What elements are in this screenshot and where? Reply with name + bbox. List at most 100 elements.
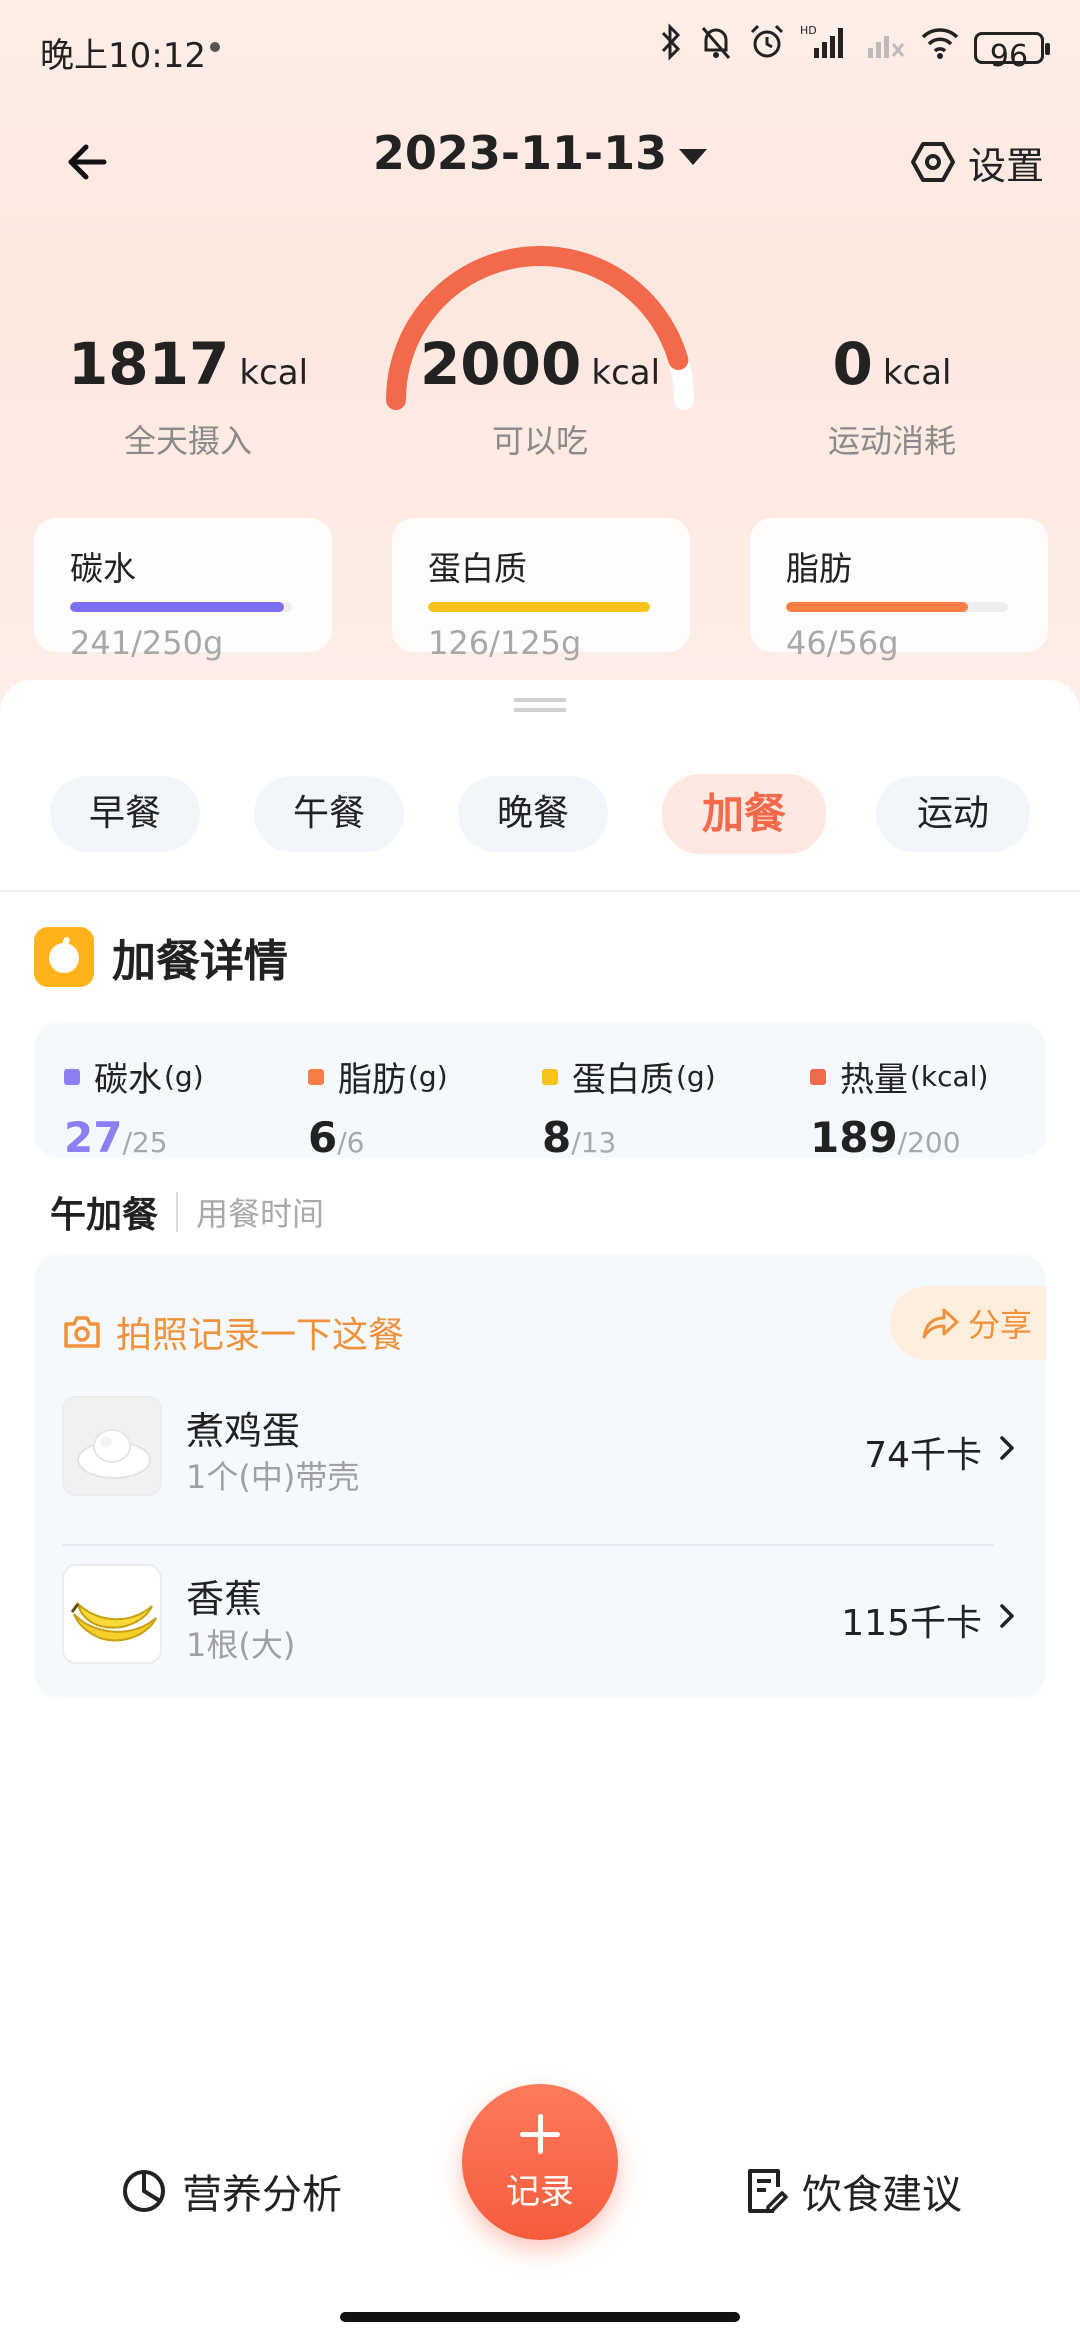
intake-stat: 1817 kcal 全天摄入 <box>38 330 338 462</box>
macro-value: 126/125g <box>428 624 582 662</box>
signal-weak-icon <box>866 22 906 75</box>
macro-progress-fill <box>428 602 650 612</box>
nutrient-value: 6 <box>308 1113 338 1162</box>
macro-name: 脂肪 <box>786 549 852 588</box>
nutrient-label: 蛋白质 <box>572 1060 674 1100</box>
legend-square <box>308 1068 324 1085</box>
tab-breakfast[interactable]: 早餐 <box>50 776 200 852</box>
legend-square <box>64 1068 80 1085</box>
status-bar: 晚上10:12 HD 96 <box>0 0 1080 100</box>
nutrient-label: 脂肪 <box>338 1060 406 1100</box>
wifi-icon <box>920 22 960 75</box>
available-unit: kcal <box>591 353 661 393</box>
nutrient-unit: (g) <box>676 1060 716 1093</box>
nutrient-value: 189 <box>810 1113 898 1162</box>
nutrient-target: /6 <box>337 1126 365 1159</box>
settings-label: 设置 <box>967 143 1044 188</box>
sheet-drag-handle[interactable] <box>514 698 566 712</box>
macro-progress-track <box>786 602 1008 612</box>
boiled-egg-image <box>64 1398 160 1494</box>
detail-title: 加餐详情 <box>112 936 288 987</box>
food-calories: 115千卡 <box>841 1603 982 1644</box>
nutrient-unit: (g) <box>408 1060 448 1093</box>
available-label: 可以吃 <box>491 422 588 460</box>
nutrient-target: /13 <box>571 1126 617 1159</box>
boiled-egg-thumbnail <box>62 1396 162 1496</box>
macro-value: 46/56g <box>786 624 899 662</box>
macro-value: 241/250g <box>70 624 224 662</box>
tab-dinner[interactable]: 晚餐 <box>458 776 608 852</box>
battery-icon: 96 <box>974 32 1050 74</box>
nutrition-analysis-label: 营养分析 <box>182 2172 342 2218</box>
macro-card-fat: 脂肪 46/56g <box>750 518 1048 662</box>
bluetooth-icon <box>658 22 684 75</box>
status-time: 晚上10:12 <box>40 36 206 76</box>
meal-time-input[interactable]: 用餐时间 <box>196 1189 324 1235</box>
nutrient-label: 热量 <box>840 1060 908 1100</box>
diet-advice-button[interactable]: 饮食建议 <box>744 2156 962 2226</box>
share-button[interactable]: 分享 <box>890 1286 1046 1360</box>
signal-hd-icon: HD <box>800 22 852 75</box>
nutrient-carbs: 碳水 (g) 27/25 <box>64 1052 204 1162</box>
status-icons: HD 96 <box>658 22 1050 74</box>
plus-icon <box>520 2114 560 2154</box>
macro-progress-fill <box>70 602 284 612</box>
intake-value: 1817 <box>67 330 230 398</box>
photo-record-label: 拍照记录一下这餐 <box>116 1315 405 1356</box>
nutrient-fat: 脂肪 (g) 6/6 <box>308 1052 448 1162</box>
macro-card-protein: 蛋白质 126/125g <box>392 518 690 662</box>
share-arrow-icon <box>922 1308 959 1339</box>
mute-bell-icon <box>698 22 734 75</box>
chevron-right-icon <box>1000 1436 1014 1460</box>
caret-down-icon <box>679 148 708 165</box>
food-item[interactable]: 煮鸡蛋 1个(中)带壳 74千卡 <box>62 1396 1022 1506</box>
divider <box>0 890 1080 892</box>
nutrient-target: /25 <box>122 1126 168 1159</box>
tab-snack[interactable]: 加餐 <box>662 774 826 854</box>
share-label: 分享 <box>968 1306 1033 1344</box>
pie-chart-icon <box>123 2170 165 2212</box>
macro-progress-track <box>428 602 650 612</box>
macro-progress-fill <box>786 602 969 612</box>
chevron-right-icon <box>1000 1604 1014 1628</box>
record-fab-button[interactable]: 记录 <box>462 2084 618 2240</box>
macro-name: 碳水 <box>70 549 136 588</box>
nutrient-value: 27 <box>64 1113 123 1162</box>
home-indicator[interactable] <box>340 2312 740 2322</box>
legend-square <box>542 1068 558 1085</box>
legend-square <box>810 1068 826 1085</box>
meal-name[interactable]: 午加餐 <box>50 1186 158 1238</box>
settings-icon <box>910 142 955 182</box>
available-value: 2000 <box>419 330 582 398</box>
settings-button[interactable]: 设置 <box>910 132 1044 192</box>
meal-tabs: 早餐 午餐 晚餐 加餐 运动 <box>50 774 1040 856</box>
banana-image <box>64 1566 160 1662</box>
tab-lunch[interactable]: 午餐 <box>254 776 404 852</box>
date-label: 2023-11-13 <box>372 126 668 180</box>
edit-document-icon <box>748 2169 788 2213</box>
nutrient-unit: (kcal) <box>910 1060 989 1093</box>
food-name: 香蕉 <box>186 1577 263 1621</box>
meal-separator <box>176 1192 179 1232</box>
record-label: 记录 <box>506 2172 574 2212</box>
food-item[interactable]: 香蕉 1根(大) 115千卡 <box>62 1564 1022 1674</box>
nutrition-analysis-button[interactable]: 营养分析 <box>120 2156 342 2226</box>
intake-label: 全天摄入 <box>123 422 252 460</box>
meal-header: 午加餐 用餐时间 <box>50 1186 324 1238</box>
photo-record-button[interactable]: 拍照记录一下这餐 <box>62 1306 404 1358</box>
alarm-icon <box>748 22 786 75</box>
food-list-card: 拍照记录一下这餐 分享 煮鸡蛋 1个(中)带壳 74千卡 香蕉 1根(大) 11… <box>34 1254 1046 1698</box>
svg-text:HD: HD <box>800 24 817 37</box>
exercise-stat: 0 kcal 运动消耗 <box>742 330 1042 462</box>
intake-unit: kcal <box>239 353 309 393</box>
banana-thumbnail <box>62 1564 162 1664</box>
macro-name: 蛋白质 <box>428 549 527 588</box>
food-calories: 74千卡 <box>864 1435 982 1476</box>
camera-icon <box>64 1316 100 1348</box>
nutrient-target: /200 <box>897 1126 961 1159</box>
tab-exercise[interactable]: 运动 <box>876 776 1030 852</box>
food-name: 煮鸡蛋 <box>186 1409 301 1453</box>
food-portion: 1个(中)带壳 <box>186 1458 360 1496</box>
food-portion: 1根(大) <box>186 1626 296 1664</box>
exercise-unit: kcal <box>882 353 952 393</box>
